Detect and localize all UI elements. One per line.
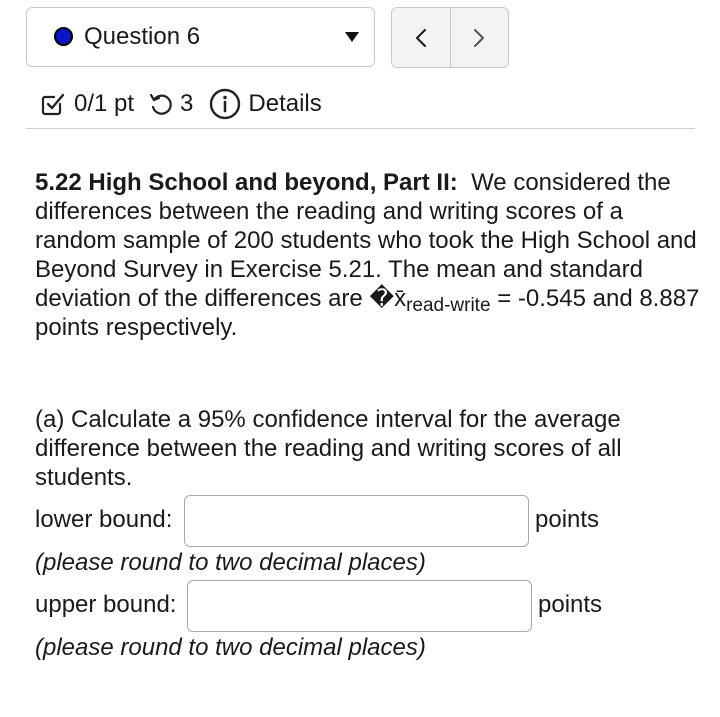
previous-question-button[interactable] [392, 8, 450, 67]
attempts-count: 3 [180, 90, 194, 117]
question-status-dot [54, 27, 73, 46]
info-icon[interactable] [209, 88, 241, 120]
question-meta: 0/1 pt 3 Details [40, 86, 322, 122]
chevron-right-icon [474, 28, 485, 47]
checkbox-score-icon [41, 93, 65, 116]
upper-bound-unit: points [538, 591, 603, 618]
lower-bound-label: lower bound: [35, 506, 173, 533]
question-label: Question 6 [84, 23, 201, 50]
lower-bound-hint: (please round to two decimal places) [35, 549, 426, 576]
next-question-button[interactable] [449, 8, 509, 67]
chevron-left-icon [415, 28, 426, 47]
problem-statement: 5.22 High School and beyond, Part II: We… [35, 168, 700, 342]
mean-symbol-glyph: �x̄ [369, 285, 407, 312]
retry-icon [149, 93, 172, 115]
lower-bound-input[interactable] [184, 495, 529, 547]
details-link[interactable]: Details [248, 90, 321, 118]
problem-title: 5.22 High School and beyond, Part II: [35, 169, 458, 196]
equals-sign: = [497, 285, 512, 312]
upper-bound-input[interactable] [187, 580, 532, 632]
score-text: 0/1 pt [74, 90, 135, 117]
header-divider [26, 128, 695, 129]
upper-bound-hint: (please round to two decimal places) [35, 634, 426, 661]
caret-down-icon [345, 32, 359, 42]
question-nav [391, 7, 509, 68]
part-a-prompt: (a) Calculate a 95% confidence interval … [35, 406, 622, 491]
question-selector[interactable]: Question 6 [26, 7, 375, 67]
lower-bound-unit: points [535, 506, 600, 533]
mean-symbol: �x̄read-write [369, 285, 490, 315]
upper-bound-label: upper bound: [35, 591, 177, 618]
mean-subscript: read-write [406, 295, 491, 316]
